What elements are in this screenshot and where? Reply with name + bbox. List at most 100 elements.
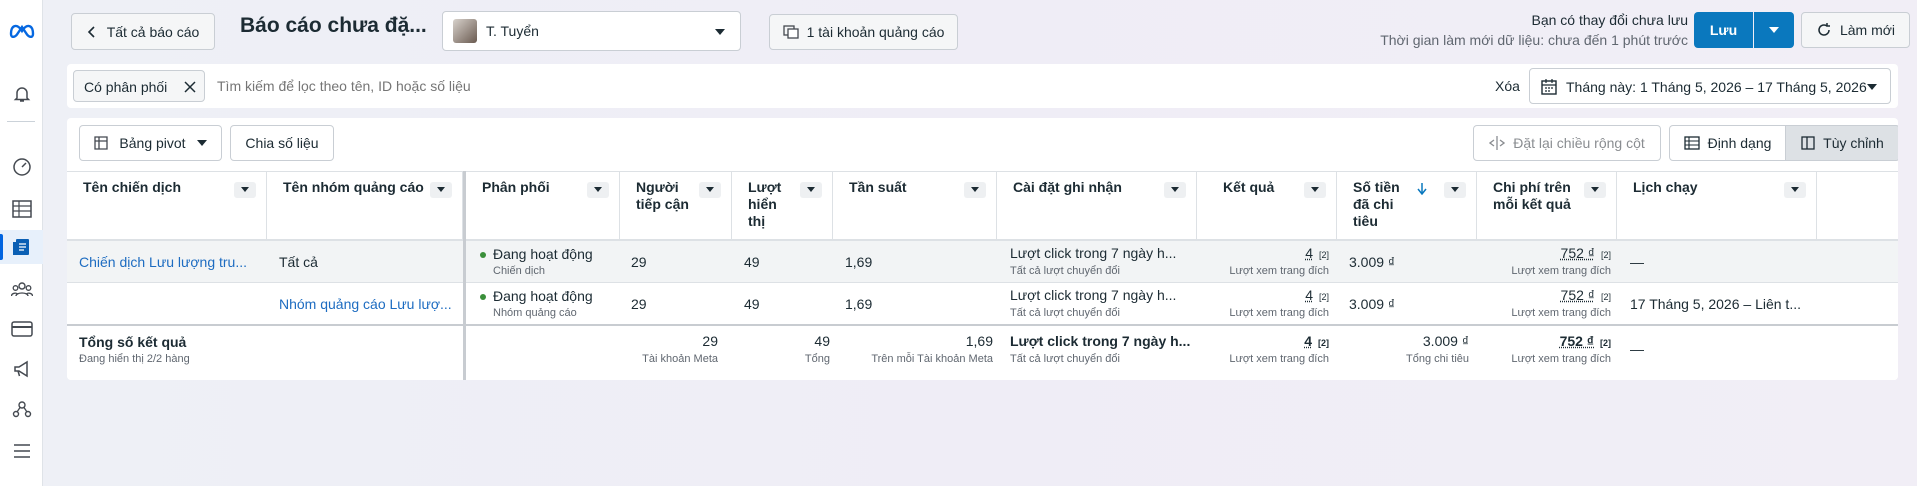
refresh-icon	[1818, 23, 1830, 36]
cost-per-result-cell: 752 ₫ [2]	[1561, 245, 1611, 261]
format-button[interactable]: Định dạng	[1669, 125, 1786, 161]
cost-per-result-value[interactable]: 752 ₫	[1561, 245, 1595, 261]
table-row[interactable]: Nhóm quảng cáo Lưu lượ... Đang hoạt động…	[67, 282, 1898, 324]
cost-per-result-footnote: [2]	[1600, 292, 1611, 302]
column-menu-chevron-icon[interactable]	[587, 182, 609, 198]
column-header-cost-per-result[interactable]: Chi phí trên mỗi kết quả	[1477, 171, 1617, 240]
reset-column-width-button[interactable]: Đặt lại chiều rộng cột	[1473, 125, 1661, 161]
column-header-label: Cài đặt ghi nhận	[1013, 179, 1122, 195]
adset-name-cell: Tất cả	[279, 254, 318, 270]
date-range-picker[interactable]: Tháng này: 1 Tháng 5, 2026 – 17 Tháng 5,…	[1529, 68, 1891, 104]
column-header-adset-name[interactable]: Tên nhóm quảng cáo	[267, 171, 463, 240]
amount-spent-cell: 3.009 ₫	[1349, 254, 1396, 270]
close-icon[interactable]	[184, 81, 196, 93]
breakdown-button[interactable]: Chia số liệu	[230, 125, 334, 161]
save-options-dropdown[interactable]	[1754, 12, 1794, 48]
business-network-icon[interactable]	[0, 392, 43, 426]
clear-filters-link[interactable]: Xóa	[1495, 78, 1520, 94]
column-menu-chevron-icon[interactable]	[234, 182, 256, 198]
reach-cell: 29	[631, 296, 647, 312]
campaigns-megaphone-icon[interactable]	[0, 352, 43, 386]
ad-accounts-button[interactable]: 1 tài khoản quảng cáo	[769, 14, 958, 50]
calendar-icon	[1541, 79, 1557, 95]
results-value[interactable]: 4	[1305, 245, 1313, 261]
column-header-label: Kết quả	[1223, 179, 1275, 195]
cost-per-result-value[interactable]: 752 ₫	[1561, 287, 1595, 303]
column-menu-chevron-icon[interactable]	[800, 182, 822, 198]
column-menu-chevron-icon[interactable]	[1584, 182, 1606, 198]
impressions-cell: 49	[744, 254, 760, 270]
date-range-label: Tháng này: 1 Tháng 5, 2026 – 17 Tháng 5,…	[1566, 79, 1867, 95]
dashboard-gauge-icon[interactable]	[0, 150, 43, 184]
save-button[interactable]: Lưu	[1694, 12, 1753, 48]
results-value[interactable]: 4	[1305, 287, 1313, 303]
column-header-attribution-setting[interactable]: Cài đặt ghi nhận	[997, 171, 1197, 240]
chevron-down-icon	[1769, 27, 1779, 33]
totals-attribution: Lượt click trong 7 ngày h...	[1010, 333, 1191, 349]
campaign-name-link[interactable]: Chiến dịch Lưu lượng tru...	[79, 254, 247, 270]
column-header-label: hiển	[748, 196, 777, 212]
format-table-icon	[1683, 136, 1700, 150]
column-header-delivery[interactable]: Phân phối	[466, 171, 620, 240]
unsaved-changes-text: Bạn có thay đổi chưa lưu	[1531, 12, 1688, 28]
pivot-table-button[interactable]: Bảng pivot	[79, 125, 222, 161]
totals-cost-per-result-footnote: [2]	[1600, 338, 1611, 348]
column-header-impressions[interactable]: Lượt hiển thị	[732, 171, 833, 240]
adset-name-link[interactable]: Nhóm quảng cáo Lưu lượ...	[279, 296, 452, 312]
column-menu-chevron-icon[interactable]	[699, 182, 721, 198]
column-header-reach[interactable]: Người tiếp cận	[620, 171, 732, 240]
billing-card-icon[interactable]	[0, 312, 43, 346]
delivery-level: Chiến dịch	[493, 265, 545, 277]
audiences-people-icon[interactable]	[0, 272, 43, 306]
ad-accounts-label: 1 tài khoản quảng cáo	[806, 24, 945, 40]
column-header-label: tiếp cận	[636, 196, 689, 212]
reports-icon[interactable]	[0, 230, 43, 264]
attribution-setting-cell: Lượt click trong 7 ngày h...	[1010, 287, 1177, 303]
report-title: Báo cáo chưa đặ...	[240, 14, 427, 37]
refresh-button[interactable]: Làm mới	[1801, 12, 1910, 48]
column-header-results[interactable]: Kết quả	[1197, 171, 1337, 240]
column-menu-chevron-icon[interactable]	[1444, 182, 1466, 198]
delivery-status: Đang hoạt động	[480, 288, 593, 304]
frequency-cell: 1,69	[845, 296, 873, 312]
rows-shown-text: Đang hiển thị 2/2 hàng	[79, 353, 190, 365]
column-resize-icon	[1489, 136, 1506, 150]
results-footnote: [2]	[1318, 250, 1329, 260]
search-input[interactable]	[217, 70, 917, 102]
column-header-frequency[interactable]: Tần suất	[833, 171, 997, 240]
customize-button[interactable]: Tùy chỉnh	[1785, 125, 1898, 161]
sort-descending-arrow-icon[interactable]	[1417, 183, 1427, 195]
user-avatar	[453, 19, 477, 43]
back-to-all-reports-button[interactable]: Tất cả báo cáo	[71, 13, 215, 50]
totals-cost-per-result-value[interactable]: 752 ₫	[1560, 333, 1594, 349]
notifications-bell-icon[interactable]	[0, 77, 43, 111]
column-menu-chevron-icon[interactable]	[1304, 182, 1326, 198]
meta-logo-icon[interactable]	[0, 13, 43, 47]
filter-chip-delivery[interactable]: Có phân phối	[73, 70, 205, 102]
reset-column-width-label: Đặt lại chiều rộng cột	[1513, 135, 1645, 151]
column-menu-chevron-icon[interactable]	[1784, 182, 1806, 198]
totals-reach-sub: Tài khoản Meta	[642, 353, 718, 365]
table-row[interactable]: Chiến dịch Lưu lượng tru... Tất cả Đang …	[67, 240, 1898, 282]
customize-panel-icon	[1801, 136, 1815, 150]
column-menu-chevron-icon[interactable]	[964, 182, 986, 198]
impressions-cell: 49	[744, 296, 760, 312]
attribution-sub: Tất cả lượt chuyển đổi	[1010, 307, 1120, 319]
column-header-label: Phân phối	[482, 179, 550, 195]
column-header-schedule[interactable]: Lịch chạy	[1617, 171, 1817, 240]
column-menu-chevron-icon[interactable]	[1164, 182, 1186, 198]
results-type: Lượt xem trang đích	[1229, 265, 1329, 277]
user-selector-dropdown[interactable]: T. Tuyển	[442, 11, 741, 51]
menu-hamburger-icon[interactable]	[0, 434, 43, 468]
frozen-column-divider[interactable]	[463, 171, 466, 380]
column-menu-chevron-icon[interactable]	[430, 182, 452, 198]
column-header-label: Tần suất	[849, 179, 907, 195]
totals-results-value[interactable]: 4	[1304, 333, 1312, 349]
delivery-status-label: Đang hoạt động	[493, 288, 593, 304]
active-status-dot-icon	[480, 294, 486, 301]
totals-frequency: 1,69	[965, 333, 993, 349]
column-header-campaign-name[interactable]: Tên chiến dịch	[67, 171, 267, 240]
column-header-amount-spent[interactable]: Số tiền đã chi tiêu	[1337, 171, 1477, 240]
ads-manager-table-icon[interactable]	[0, 192, 43, 226]
delivery-status-label: Đang hoạt động	[493, 246, 593, 262]
